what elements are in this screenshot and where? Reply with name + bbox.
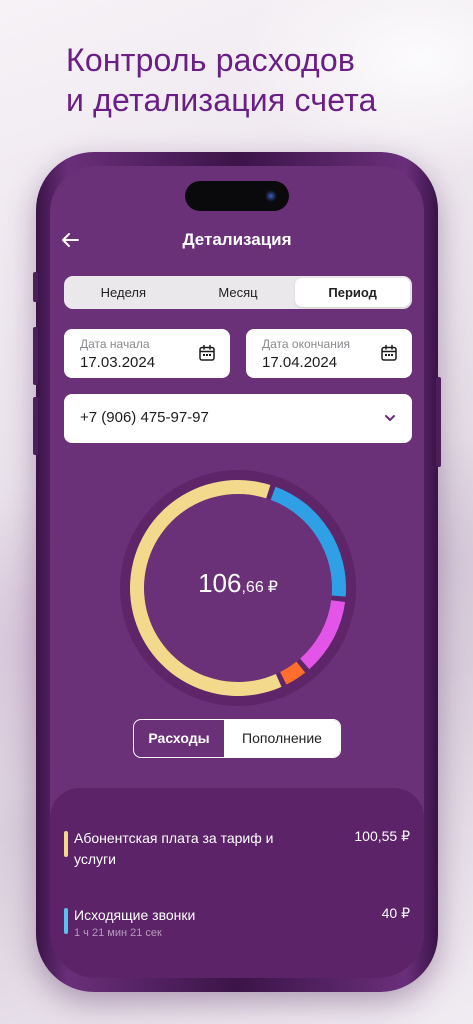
tab-week[interactable]: Неделя — [66, 278, 181, 307]
item-duration: 1 ч 21 мин 21 сек — [74, 927, 162, 939]
calendar-icon[interactable] — [380, 344, 398, 362]
toggle-expenses[interactable]: Расходы — [134, 720, 224, 757]
nav-bar: Детализация — [50, 226, 424, 256]
total-currency: ₽ — [267, 579, 278, 596]
page-title: Детализация — [182, 230, 292, 249]
camera-icon — [265, 190, 277, 202]
chevron-down-icon[interactable] — [384, 412, 396, 424]
tab-period[interactable]: Период — [295, 278, 411, 307]
period-tabs: Неделя Месяц Период — [64, 276, 412, 309]
phone-volume-up — [33, 327, 38, 385]
phone-side-button — [33, 272, 38, 302]
phone-number-value: +7 (906) 475-97-97 — [80, 409, 209, 426]
promo-headline: Контроль расходов и детализация счета — [66, 40, 466, 120]
list-item[interactable]: Абонентская плата за тариф и услуги 100,… — [64, 828, 410, 872]
phone-screen: Детализация Неделя Месяц Период Дата нач… — [50, 166, 424, 978]
total-fraction: ,66 — [241, 579, 264, 596]
item-color-bar — [64, 908, 68, 934]
expenses-topup-toggle: Расходы Пополнение — [133, 719, 341, 758]
date-end-value: 17.04.2024 — [262, 354, 338, 371]
date-start-field[interactable]: Дата начала 17.03.2024 — [64, 329, 230, 378]
phone-number-select[interactable]: +7 (906) 475-97-97 — [64, 394, 412, 443]
date-end-field[interactable]: Дата окончания 17.04.2024 — [246, 329, 412, 378]
date-start-label: Дата начала — [80, 337, 150, 351]
date-start-value: 17.03.2024 — [80, 354, 156, 371]
phone-power-button — [436, 377, 441, 467]
item-amount: 40 ₽ — [381, 905, 410, 921]
donut-total: 106,66 ₽ — [118, 568, 358, 599]
tab-month[interactable]: Месяц — [181, 278, 296, 307]
expenses-donut-chart: 106,66 ₽ — [118, 468, 358, 708]
dynamic-island — [185, 181, 289, 211]
promo-line-1: Контроль расходов — [66, 42, 356, 78]
phone-volume-down — [33, 397, 38, 455]
item-name: Исходящие звонки — [74, 907, 196, 923]
item-name: Абонентская плата за тариф и услуги — [74, 830, 274, 867]
toggle-topup[interactable]: Пополнение — [224, 720, 340, 757]
promo-line-2: и детализация счета — [66, 82, 377, 118]
list-item[interactable]: Исходящие звонки 1 ч 21 мин 21 сек 40 ₽ — [64, 905, 410, 945]
calendar-icon[interactable] — [198, 344, 216, 362]
item-amount: 100,55 ₽ — [354, 828, 410, 844]
phone-frame: Детализация Неделя Месяц Период Дата нач… — [33, 152, 441, 992]
expenses-list: Абонентская плата за тариф и услуги 100,… — [50, 788, 424, 978]
date-end-label: Дата окончания — [262, 337, 351, 351]
total-integer: 106 — [198, 568, 242, 598]
item-color-bar — [64, 831, 68, 857]
